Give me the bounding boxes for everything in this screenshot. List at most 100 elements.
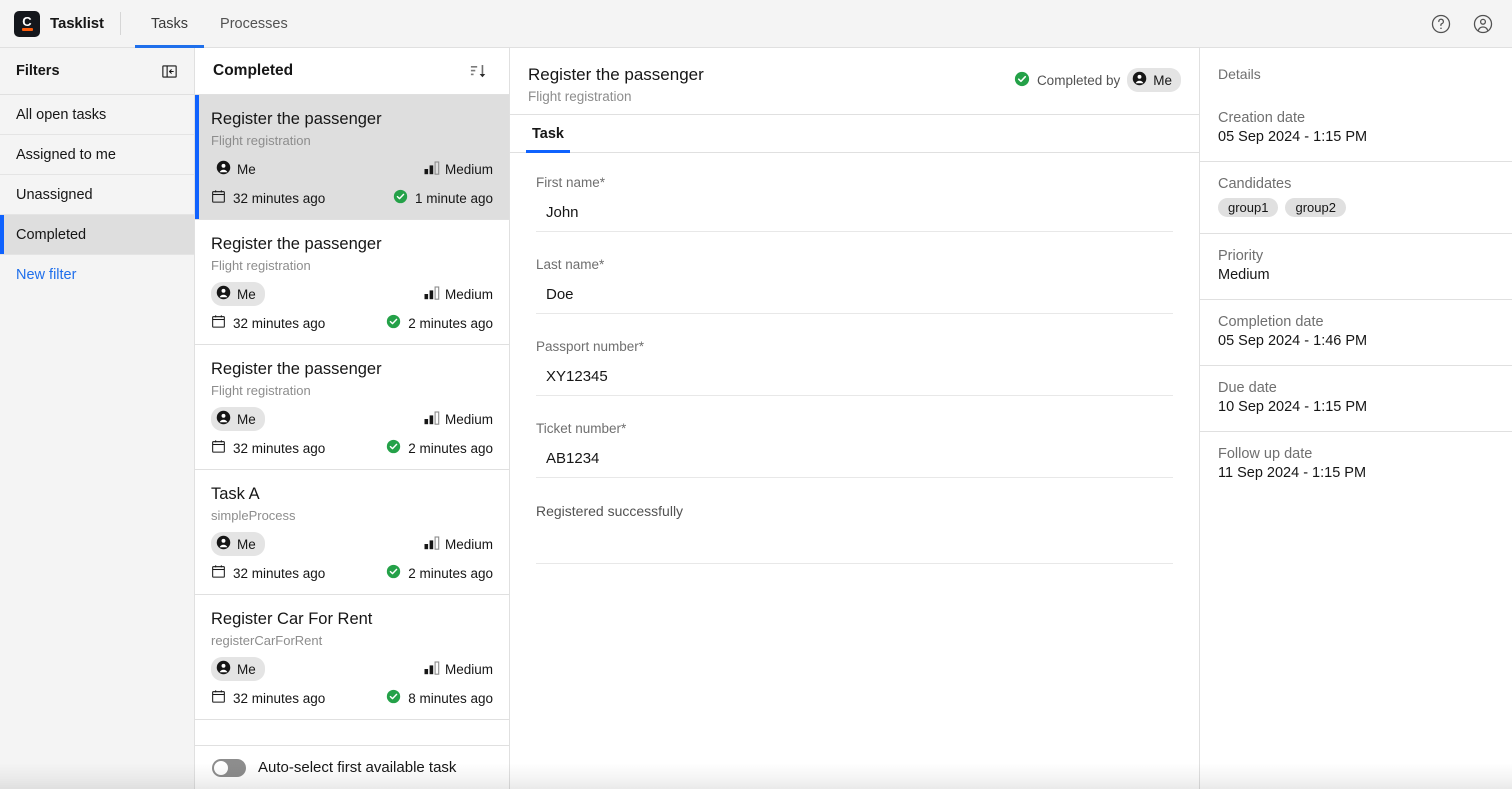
filters-title: Filters [16, 63, 60, 79]
completion-date-label: 2 minutes ago [408, 566, 493, 581]
creation-date-label: 32 minutes ago [233, 441, 325, 456]
sidebar-item-all-open-tasks[interactable]: All open tasks [0, 95, 194, 135]
task-completion-date: 2 minutes ago [386, 314, 493, 332]
priority-medium-icon [424, 536, 440, 553]
task-process-name: simpleProcess [211, 507, 493, 524]
field-label: Ticket number* [536, 421, 1173, 436]
priority-label: Medium [445, 412, 493, 427]
details-value: 10 Sep 2024 - 1:15 PM [1218, 399, 1494, 415]
task-list-item[interactable]: Register Car For Rent registerCarForRent… [195, 595, 509, 720]
assignee-label: Me [237, 162, 256, 177]
logo-letter: C [22, 16, 31, 27]
task-meta-row-assignee: Me Medium [211, 532, 493, 556]
task-list-scroll[interactable]: Register the passenger Flight registrati… [195, 95, 509, 745]
completion-date-label: 2 minutes ago [408, 316, 493, 331]
user-avatar-icon[interactable] [1466, 7, 1500, 41]
sidebar-item-assigned-to-me[interactable]: Assigned to me [0, 135, 194, 175]
first-name-field[interactable]: John [536, 204, 1173, 232]
filter-label: Assigned to me [16, 147, 116, 163]
priority-medium-icon [424, 286, 440, 303]
check-circle-icon [386, 564, 401, 582]
completion-date-label: 8 minutes ago [408, 691, 493, 706]
completed-by-user-label: Me [1153, 73, 1172, 88]
panel-collapse-icon[interactable] [158, 60, 180, 82]
logo-orange-bar [22, 28, 33, 32]
priority-label: Medium [445, 537, 493, 552]
task-creation-date: 32 minutes ago [211, 189, 325, 207]
user-icon [216, 535, 231, 553]
task-list-item[interactable]: Register the passenger Flight registrati… [195, 95, 509, 220]
task-process-name: Flight registration [211, 382, 493, 399]
creation-date-label: 32 minutes ago [233, 566, 325, 581]
camunda-logo-icon: C [14, 11, 40, 37]
task-meta-row-dates: 32 minutes ago 8 minutes ago [211, 689, 493, 707]
calendar-icon [211, 439, 226, 457]
field-label: Passport number* [536, 339, 1173, 354]
sort-descending-icon[interactable] [467, 60, 489, 82]
status-badge: Completed by Me [1014, 64, 1181, 92]
ticket-number-field[interactable]: AB1234 [536, 450, 1173, 478]
task-assignee: Me [211, 657, 265, 681]
details-value: 05 Sep 2024 - 1:15 PM [1218, 129, 1494, 145]
details-value: 05 Sep 2024 - 1:46 PM [1218, 333, 1494, 349]
completion-date-label: 2 minutes ago [408, 441, 493, 456]
task-name: Register the passenger [211, 359, 493, 380]
task-meta-row-assignee: Me Medium [211, 657, 493, 681]
form-field-passport-number: Passport number* XY12345 [536, 339, 1173, 396]
task-priority: Medium [424, 661, 493, 678]
completed-by-label: Completed by [1037, 73, 1120, 88]
user-icon [216, 160, 231, 178]
sidebar-item-unassigned[interactable]: Unassigned [0, 175, 194, 215]
page-title: Register the passenger [528, 64, 704, 86]
task-list-item[interactable]: Task A simpleProcess Me [195, 470, 509, 595]
task-process-name: Flight registration [211, 132, 493, 149]
user-icon [216, 285, 231, 303]
task-meta-row-dates: 32 minutes ago 1 minute ago [211, 189, 493, 207]
auto-select-toggle[interactable] [212, 759, 246, 777]
task-detail-tabs: Task [510, 115, 1199, 153]
candidate-chips: group1 group2 [1218, 198, 1494, 217]
creation-date-label: 32 minutes ago [233, 191, 325, 206]
sidebar-item-completed[interactable]: Completed [0, 215, 194, 255]
check-circle-icon [386, 439, 401, 457]
task-name: Register Car For Rent [211, 609, 493, 630]
calendar-icon [211, 564, 226, 582]
task-creation-date: 32 minutes ago [211, 314, 325, 332]
tab-tasks[interactable]: Tasks [135, 0, 204, 47]
task-creation-date: 32 minutes ago [211, 439, 325, 457]
details-label: Completion date [1218, 314, 1494, 330]
task-form: First name* John Last name* Doe Passport… [510, 153, 1199, 789]
calendar-icon [211, 314, 226, 332]
details-value: 11 Sep 2024 - 1:15 PM [1218, 465, 1494, 481]
last-name-field[interactable]: Doe [536, 286, 1173, 314]
task-priority: Medium [424, 286, 493, 303]
task-process-name: registerCarForRent [211, 632, 493, 649]
auto-select-toggle-label: Auto-select first available task [258, 759, 456, 776]
details-heading: Details [1200, 48, 1512, 96]
task-list-item[interactable]: Register the passenger Flight registrati… [195, 220, 509, 345]
task-assignee: Me [211, 157, 265, 181]
priority-label: Medium [445, 162, 493, 177]
details-value: Medium [1218, 267, 1494, 283]
task-list-item[interactable]: Register the passenger Flight registrati… [195, 345, 509, 470]
task-list-panel: Completed Register the passenger Flight … [195, 48, 510, 789]
help-circle-icon[interactable] [1424, 7, 1458, 41]
task-priority: Medium [424, 411, 493, 428]
task-name: Task A [211, 484, 493, 505]
creation-date-label: 32 minutes ago [233, 691, 325, 706]
tab-processes[interactable]: Processes [204, 0, 304, 47]
assignee-label: Me [237, 287, 256, 302]
task-meta-row-assignee: Me Medium [211, 157, 493, 181]
tab-task[interactable]: Task [528, 115, 568, 152]
form-field-ticket-number: Ticket number* AB1234 [536, 421, 1173, 478]
task-completion-date: 8 minutes ago [386, 689, 493, 707]
task-creation-date: 32 minutes ago [211, 564, 325, 582]
sidebar-item-new-filter[interactable]: New filter [0, 255, 194, 295]
passport-number-field[interactable]: XY12345 [536, 368, 1173, 396]
details-row-creation-date: Creation date 05 Sep 2024 - 1:15 PM [1200, 96, 1512, 162]
form-note-text: Registered successfully [536, 503, 1173, 564]
filters-sidebar: Filters All open tasks Assigned to me Un… [0, 48, 195, 789]
main-nav-tabs: Tasks Processes [135, 0, 304, 47]
field-label: First name* [536, 175, 1173, 190]
details-row-priority: Priority Medium [1200, 234, 1512, 300]
